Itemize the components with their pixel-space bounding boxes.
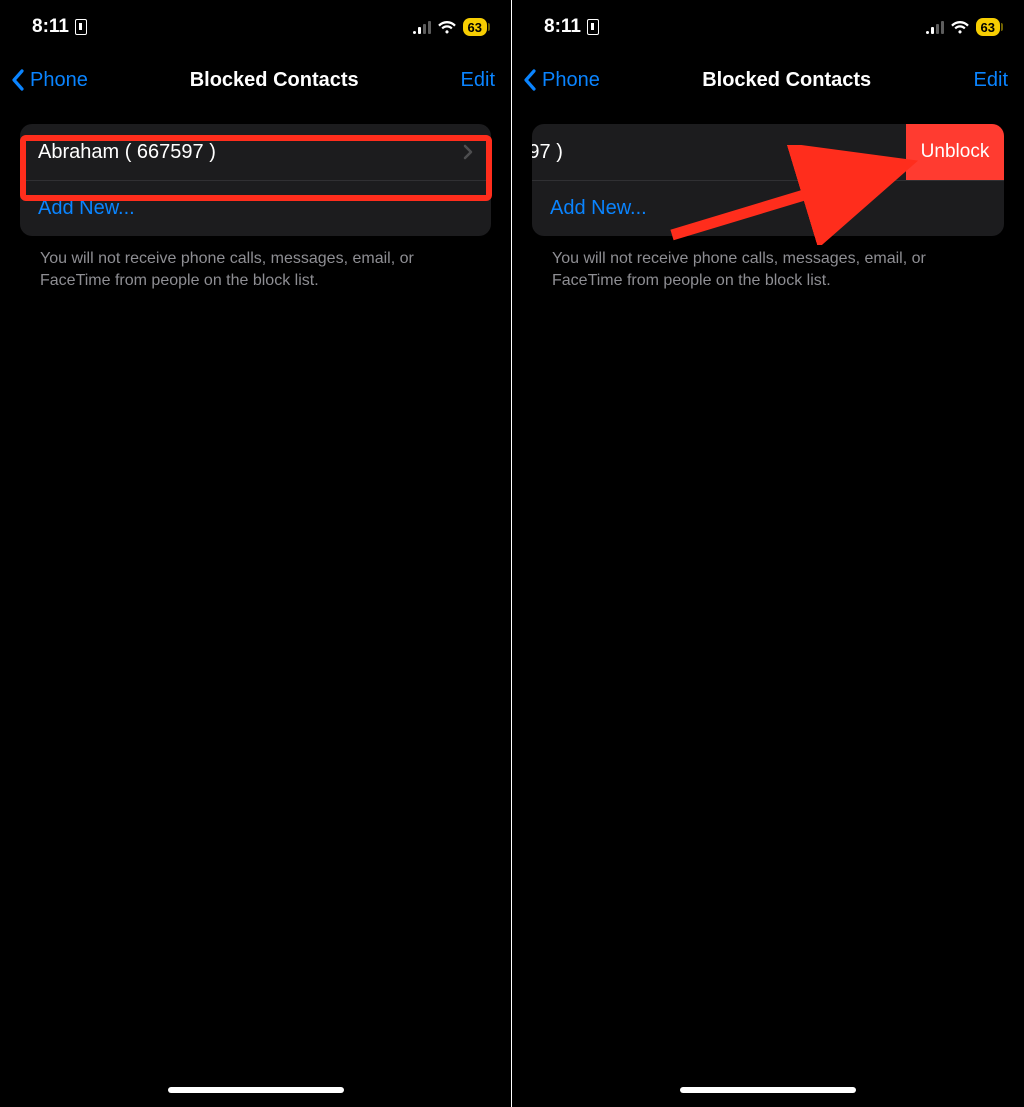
back-button[interactable]: Phone [10, 68, 88, 92]
add-new-label: Add New... [550, 197, 986, 220]
home-indicator[interactable] [168, 1087, 344, 1093]
add-new-row[interactable]: Add New... [20, 180, 491, 236]
footer-caption: You will not receive phone calls, messag… [40, 248, 471, 291]
page-title: Blocked Contacts [702, 69, 871, 92]
wifi-icon [437, 20, 457, 35]
battery-icon: 63 [463, 18, 487, 36]
battery-icon: 63 [976, 18, 1000, 36]
edit-button[interactable]: Edit [974, 69, 1008, 92]
screenshot-right: 8:11 63 Phone Blocked Contacts Edit [512, 0, 1024, 1107]
chevron-left-icon [522, 68, 540, 92]
battery-level: 63 [981, 20, 995, 35]
blocked-contact-label: n ( 667597 ) [532, 141, 909, 164]
add-new-label: Add New... [38, 197, 473, 220]
nav-bar: Phone Blocked Contacts Edit [512, 54, 1024, 106]
home-indicator[interactable] [680, 1087, 856, 1093]
page-title: Blocked Contacts [190, 69, 359, 92]
status-bar: 8:11 63 [0, 0, 511, 54]
edit-button[interactable]: Edit [461, 69, 495, 92]
sim-icon [75, 19, 87, 35]
screenshot-left: 8:11 63 Phone Blocked Contacts Edit [0, 0, 512, 1107]
chevron-left-icon [10, 68, 28, 92]
unblock-button[interactable]: Unblock [906, 124, 1004, 180]
nav-bar: Phone Blocked Contacts Edit [0, 54, 511, 106]
status-time: 8:11 [544, 16, 581, 38]
blocked-contacts-group: Abraham ( 667597 ) Add New... [20, 124, 491, 236]
back-button[interactable]: Phone [522, 68, 600, 92]
back-label: Phone [30, 69, 88, 92]
sim-icon [587, 19, 599, 35]
battery-level: 63 [468, 20, 482, 35]
wifi-icon [950, 20, 970, 35]
cellular-signal-icon [413, 20, 431, 34]
cellular-signal-icon [926, 20, 944, 34]
blocked-contact-row[interactable]: Abraham ( 667597 ) [20, 124, 491, 180]
back-label: Phone [542, 69, 600, 92]
blocked-contact-label: Abraham ( 667597 ) [38, 141, 463, 164]
add-new-row[interactable]: Add New... [532, 180, 1004, 236]
blocked-contacts-group: n ( 667597 ) Unblock Add New... [532, 124, 1004, 236]
status-bar: 8:11 63 [512, 0, 1024, 54]
status-time: 8:11 [32, 16, 69, 38]
blocked-contact-row-swiped[interactable]: n ( 667597 ) Unblock [532, 124, 1004, 180]
chevron-right-icon [463, 144, 473, 160]
footer-caption: You will not receive phone calls, messag… [552, 248, 984, 291]
